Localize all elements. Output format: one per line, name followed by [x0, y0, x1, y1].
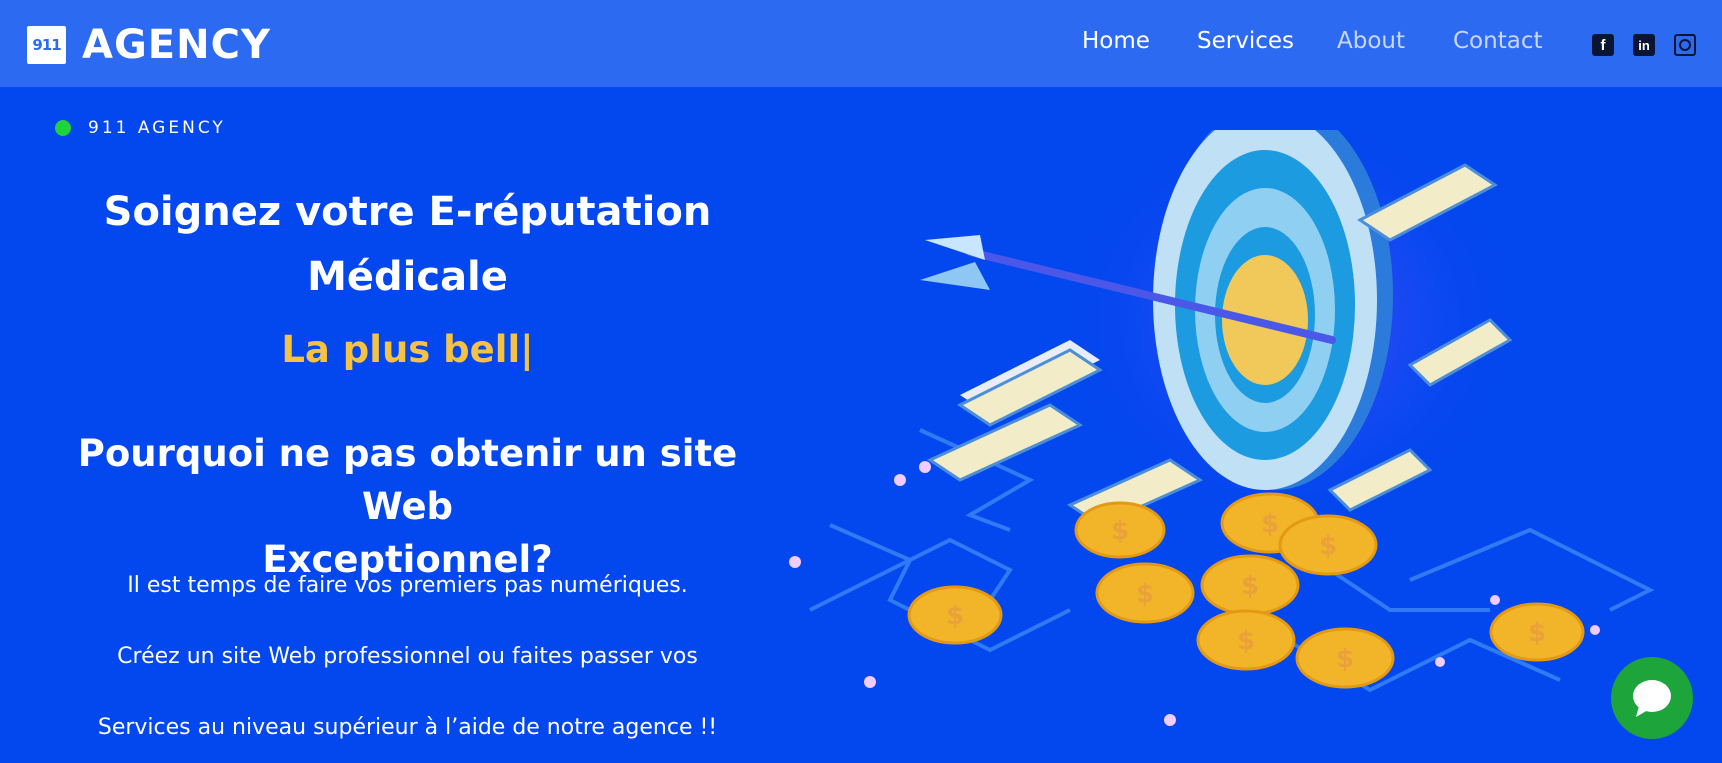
- nav-home-link[interactable]: Home: [1082, 28, 1150, 54]
- target-money-illustration: $ $ $ $ $ $ $ $ $: [789, 130, 1655, 726]
- brand-logo[interactable]: 911 AGENCY: [27, 22, 271, 68]
- facebook-icon[interactable]: f: [1592, 34, 1614, 56]
- svg-text:$: $: [1136, 579, 1154, 609]
- svg-text:$: $: [1237, 626, 1255, 656]
- eyebrow-label: 911 AGENCY: [88, 118, 226, 138]
- hero-title-line2: Médicale: [307, 254, 508, 300]
- nav-services-link[interactable]: Services: [1197, 28, 1294, 54]
- status-dot-icon: [55, 120, 71, 136]
- svg-text:$: $: [1319, 531, 1337, 561]
- hero-subtitle: Pourquoi ne pas obtenir un site Web Exce…: [40, 427, 775, 586]
- nav-about-link[interactable]: About: [1337, 28, 1405, 54]
- chat-widget-button[interactable]: [1611, 657, 1693, 739]
- hero-paragraph-2: Créez un site Web professionnel ou faite…: [117, 644, 698, 669]
- logo-badge: 911: [27, 26, 66, 64]
- svg-text:$: $: [946, 601, 964, 631]
- svg-text:$: $: [1528, 618, 1546, 648]
- nav-contact-link[interactable]: Contact: [1453, 28, 1542, 54]
- hero-title: Soignez votre E-réputation Médicale: [40, 180, 775, 310]
- brand-name: AGENCY: [82, 22, 271, 68]
- instagram-icon[interactable]: [1674, 34, 1696, 56]
- hero-typed-text: La plus bell|: [281, 328, 534, 371]
- hero-title-line1: Soignez votre E-réputation: [103, 189, 712, 235]
- hero-subtitle-line1: Pourquoi ne pas obtenir un site Web: [77, 432, 738, 528]
- svg-text:$: $: [1241, 571, 1259, 601]
- svg-text:$: $: [1111, 516, 1129, 546]
- svg-text:$: $: [1261, 509, 1279, 539]
- hero-paragraph-3: Services au niveau supérieur à l’aide de…: [97, 715, 718, 740]
- chat-bubble-icon: [1633, 680, 1671, 717]
- linkedin-icon[interactable]: in: [1633, 34, 1655, 56]
- top-navigation-bar: 911 AGENCY Home Services About Contact f…: [0, 0, 1722, 87]
- hero-eyebrow: 911 AGENCY: [55, 118, 226, 138]
- svg-text:$: $: [1336, 644, 1354, 674]
- hero-paragraph-1: Il est temps de faire vos premiers pas n…: [127, 573, 688, 598]
